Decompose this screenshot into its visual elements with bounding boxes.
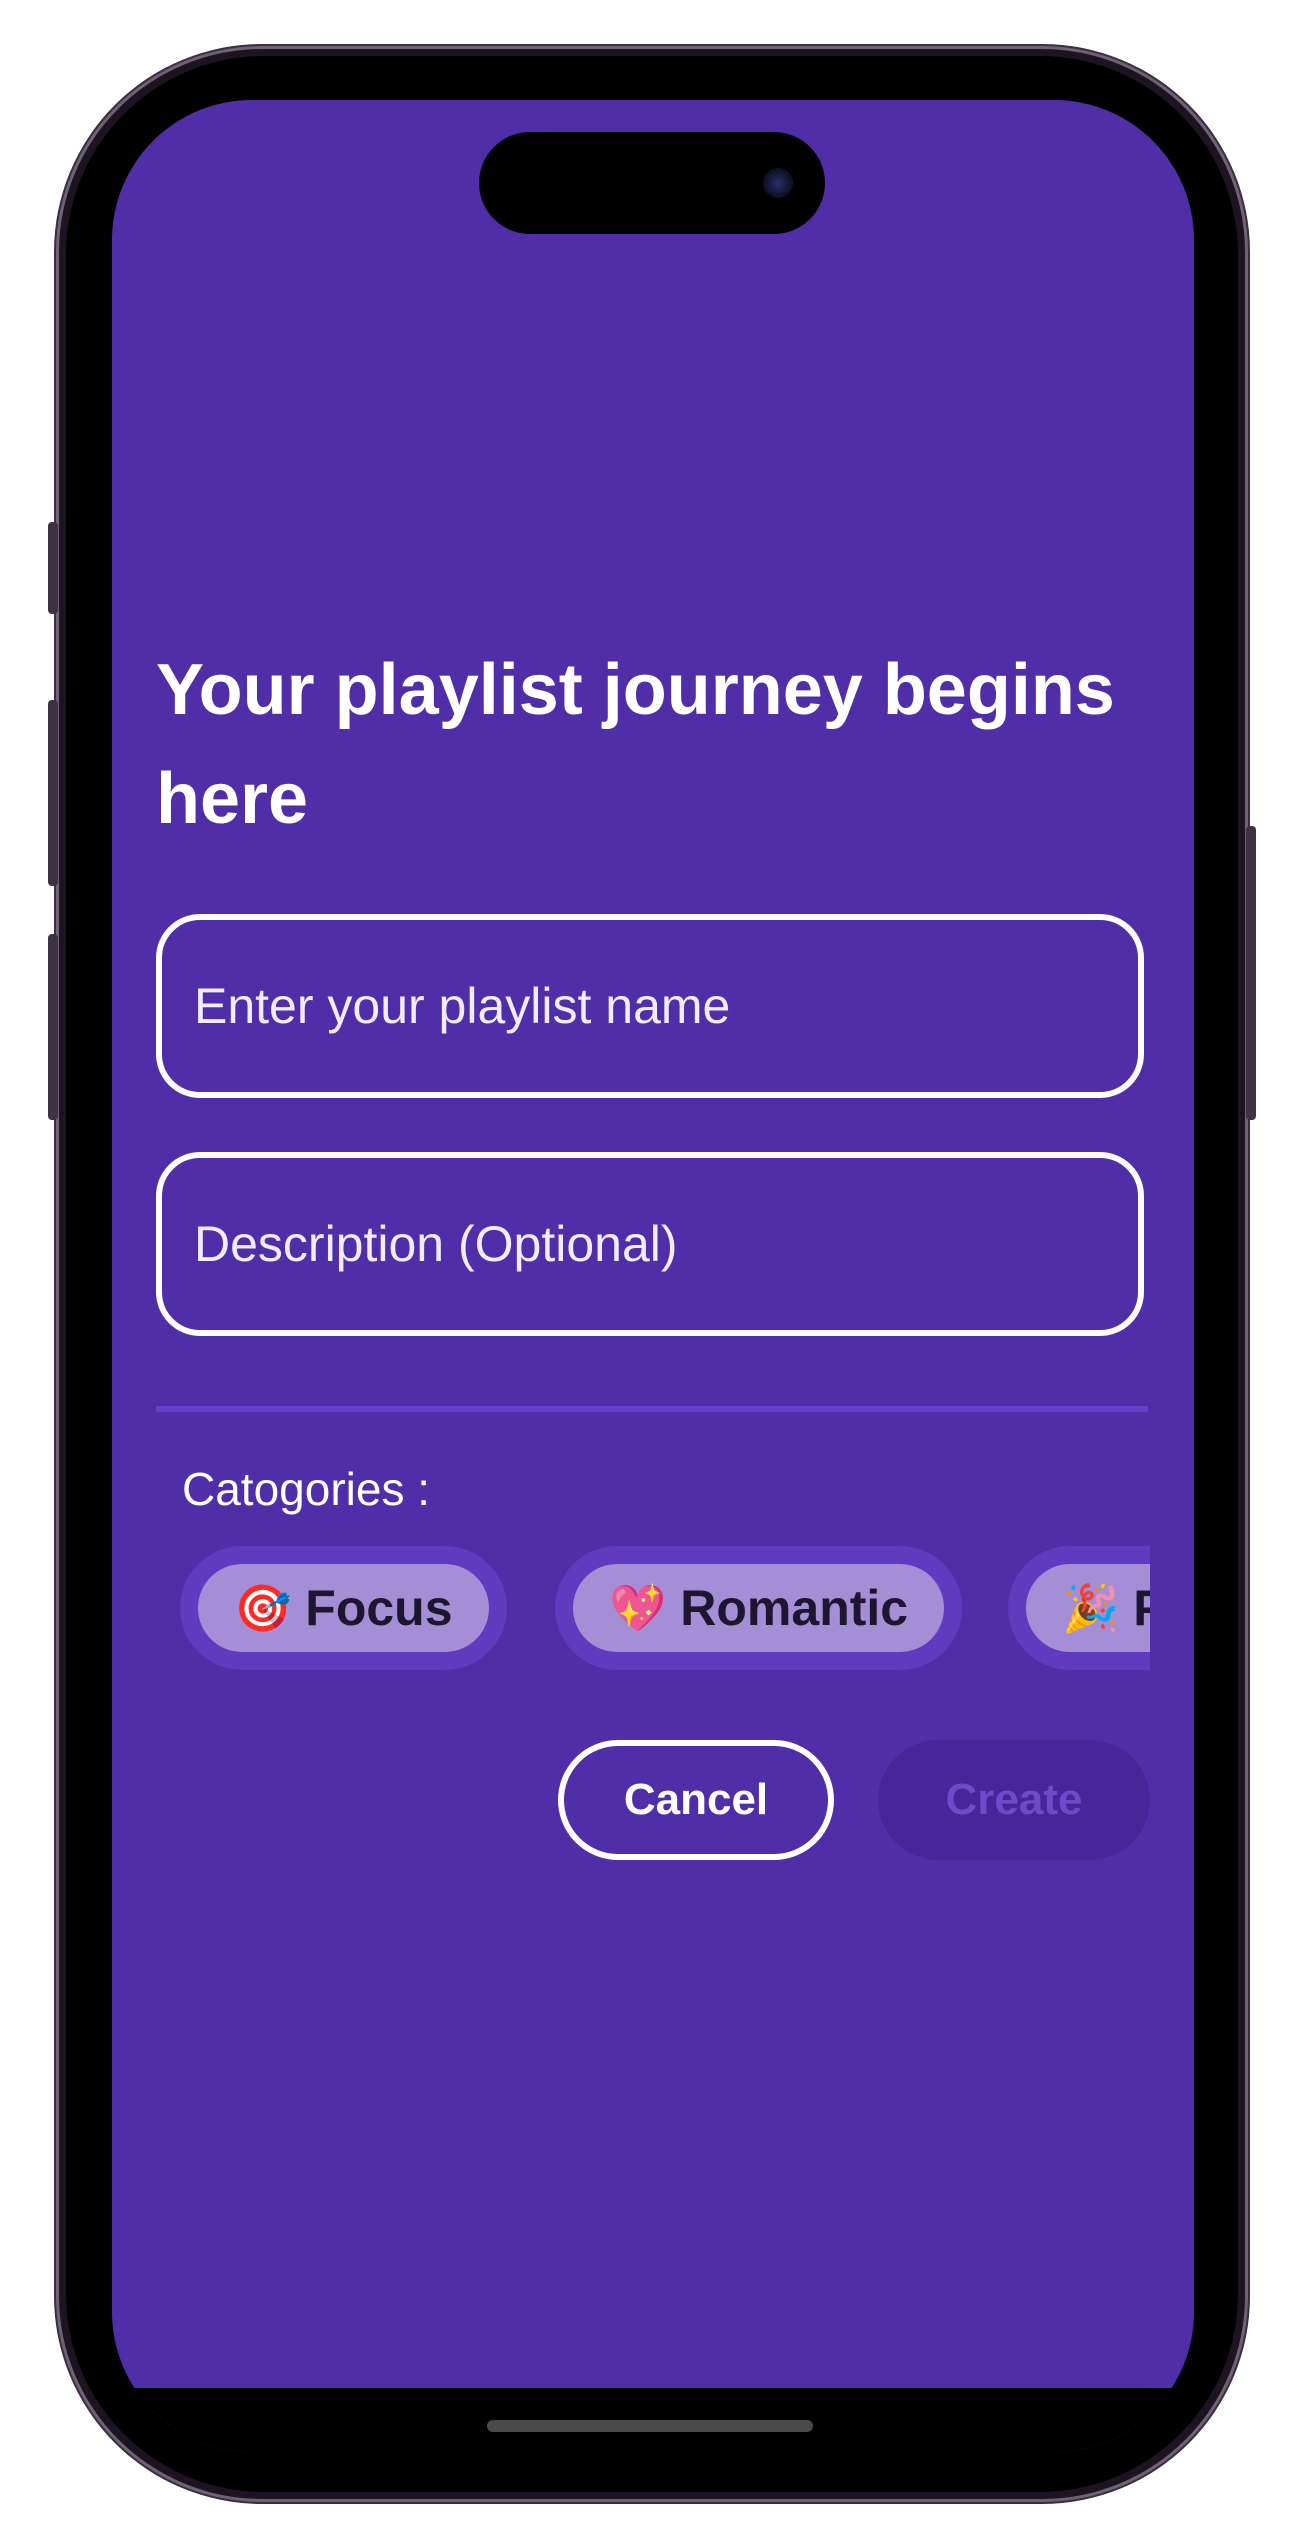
category-chip-focus[interactable]: 🎯 Focus bbox=[180, 1546, 507, 1670]
cancel-button[interactable]: Cancel bbox=[558, 1740, 834, 1860]
camera-icon bbox=[763, 168, 793, 198]
chip-label: Party bbox=[1133, 1580, 1150, 1636]
chip-body: 🎉 Party bbox=[1026, 1564, 1150, 1652]
bottom-bar bbox=[112, 2388, 1194, 2452]
sparkling-heart-icon: 💖 bbox=[609, 1580, 667, 1635]
dynamic-island bbox=[479, 132, 825, 234]
chip-body: 💖 Romantic bbox=[573, 1564, 945, 1652]
direct-hit-icon: 🎯 bbox=[234, 1580, 292, 1635]
action-button bbox=[48, 522, 58, 614]
page-title: Your playlist journey begins here bbox=[156, 650, 1115, 839]
party-popper-icon: 🎉 bbox=[1062, 1580, 1120, 1635]
app-screen: Your playlist journey begins here Catogo… bbox=[112, 100, 1194, 2452]
chip-label: Romantic bbox=[680, 1580, 909, 1636]
home-indicator[interactable] bbox=[487, 2420, 813, 2432]
volume-up-button bbox=[48, 700, 58, 886]
divider bbox=[156, 1406, 1148, 1412]
playlist-name-input[interactable] bbox=[156, 914, 1144, 1098]
volume-down-button bbox=[48, 934, 58, 1120]
category-chip-party[interactable]: 🎉 Party bbox=[1008, 1546, 1150, 1670]
categories-chip-list[interactable]: 🎯 Focus 💖 Romantic 🎉 Party bbox=[180, 1546, 1150, 1670]
chip-body: 🎯 Focus bbox=[198, 1564, 489, 1652]
chip-label: Focus bbox=[305, 1580, 453, 1636]
playlist-description-input[interactable] bbox=[156, 1152, 1144, 1336]
categories-label: Catogories : bbox=[182, 1463, 431, 1515]
power-button bbox=[1246, 826, 1256, 1120]
category-chip-romantic[interactable]: 💖 Romantic bbox=[555, 1546, 963, 1670]
create-button[interactable]: Create bbox=[878, 1740, 1150, 1860]
